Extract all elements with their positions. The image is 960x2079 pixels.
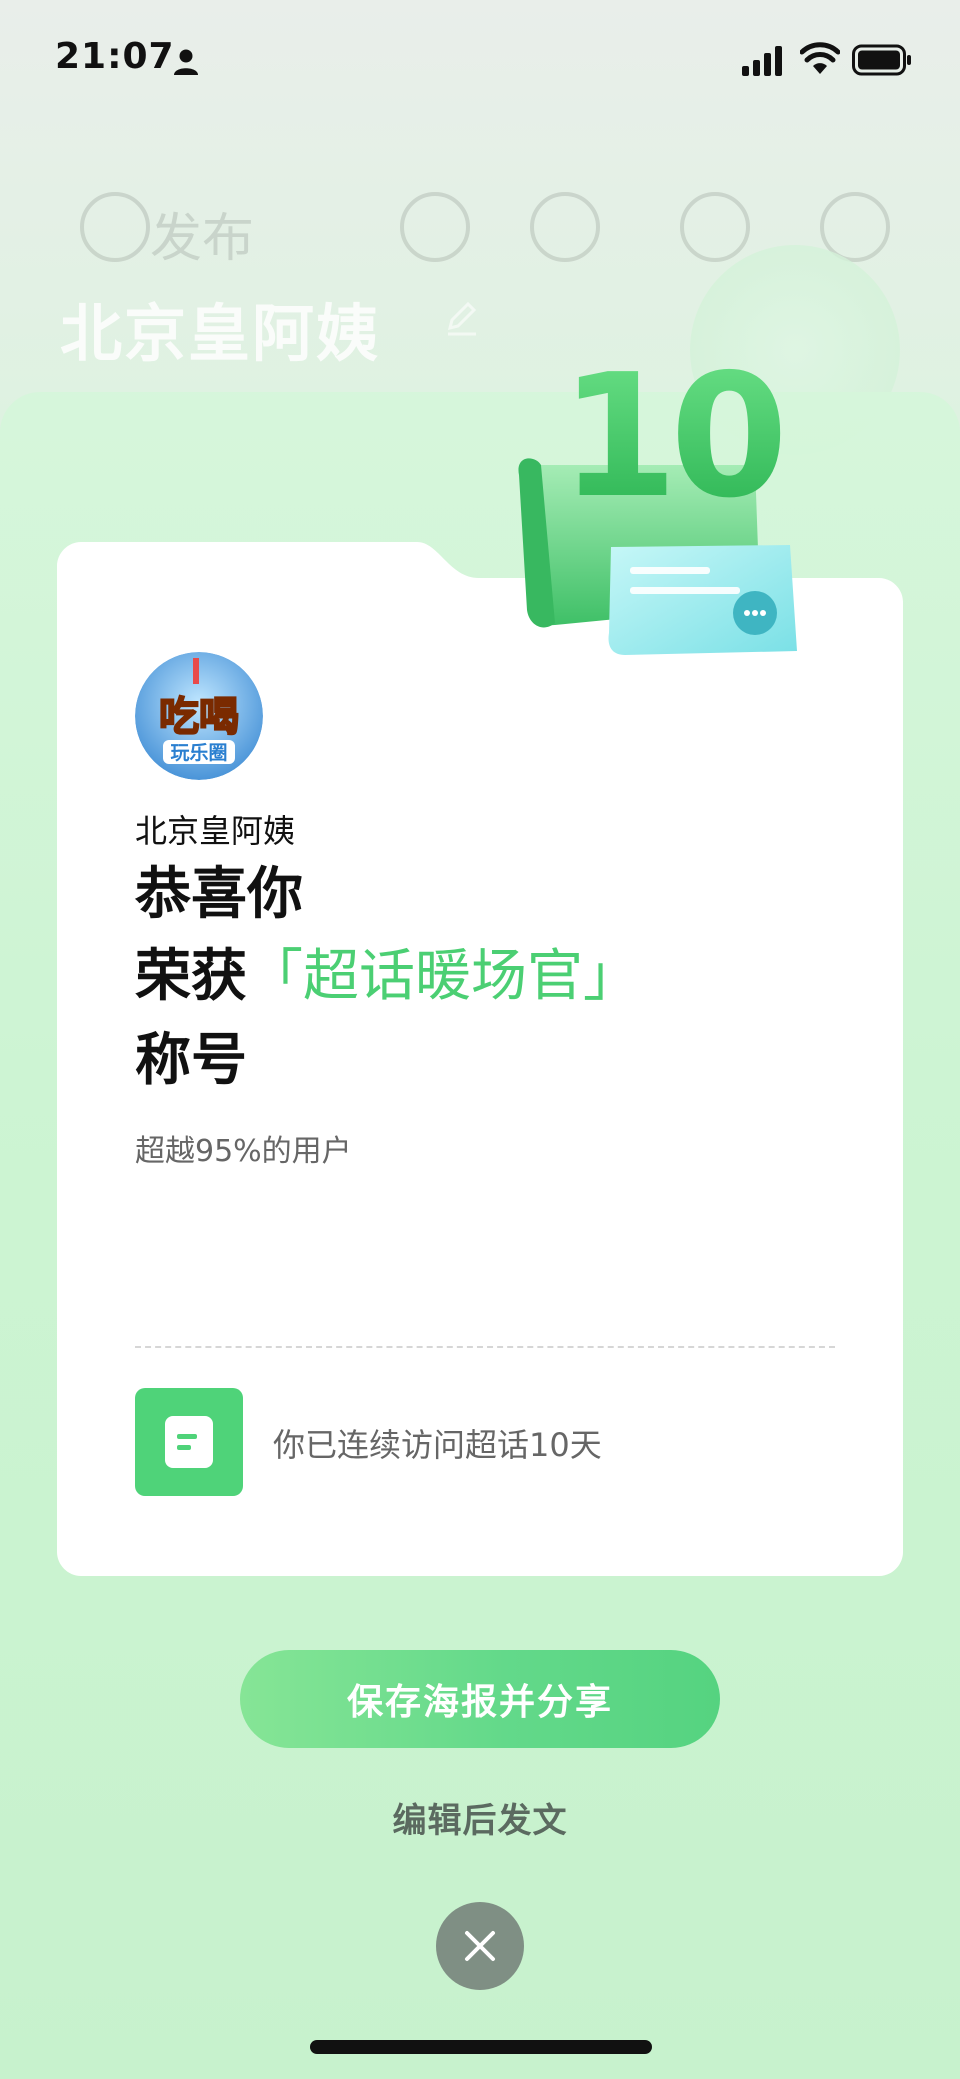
publish-icon [80,192,150,262]
congrats-text: 恭喜你 [135,862,303,927]
visit-streak-text: 你已连续访问超话10天 [273,1426,602,1464]
status-bar: 21:07 [0,0,960,120]
achievement-card: 吃喝 玩乐圈 北京皇阿姨 恭喜你 荣获「超话暖场官」 称号 超越95%的用户 你… [57,542,903,1576]
svg-text:玩乐圈: 玩乐圈 [170,742,227,764]
illustration-number: 10 [560,355,781,536]
person-icon [174,49,198,75]
scroll-illustration: 10 [518,355,797,655]
cellular-signal-icon [742,46,782,76]
save-share-button[interactable]: 保存海报并分享 [240,1650,720,1748]
award-suffix: 称号 [135,1028,247,1093]
rank-text: 超越95%的用户 [135,1134,352,1169]
status-time: 21:07 [55,36,175,77]
wifi-icon [800,42,840,74]
home-indicator [310,2040,652,2054]
battery-icon [852,44,911,76]
share-icon [680,192,750,262]
follow-icon [400,192,470,262]
edit-post-link[interactable]: 编辑后发文 [380,1793,580,1842]
background-publish-label: 发布 [150,209,255,269]
background-user-name: 北京皇阿姨 [60,297,381,370]
card-user-name: 北京皇阿姨 [135,812,296,850]
award-prefix: 荣获 [135,944,247,1009]
document-icon [135,1388,243,1496]
svg-text:吃喝: 吃喝 [159,694,239,740]
divider [135,1346,835,1348]
edit-icon [447,301,477,336]
checkin-icon [530,192,600,262]
close-icon [465,1931,495,1961]
topic-avatar: 吃喝 玩乐圈 [135,652,263,780]
close-button[interactable] [436,1902,524,1990]
award-title: 「超话暖场官」 [247,944,639,1009]
award-line: 荣获「超话暖场官」 [135,942,639,1012]
